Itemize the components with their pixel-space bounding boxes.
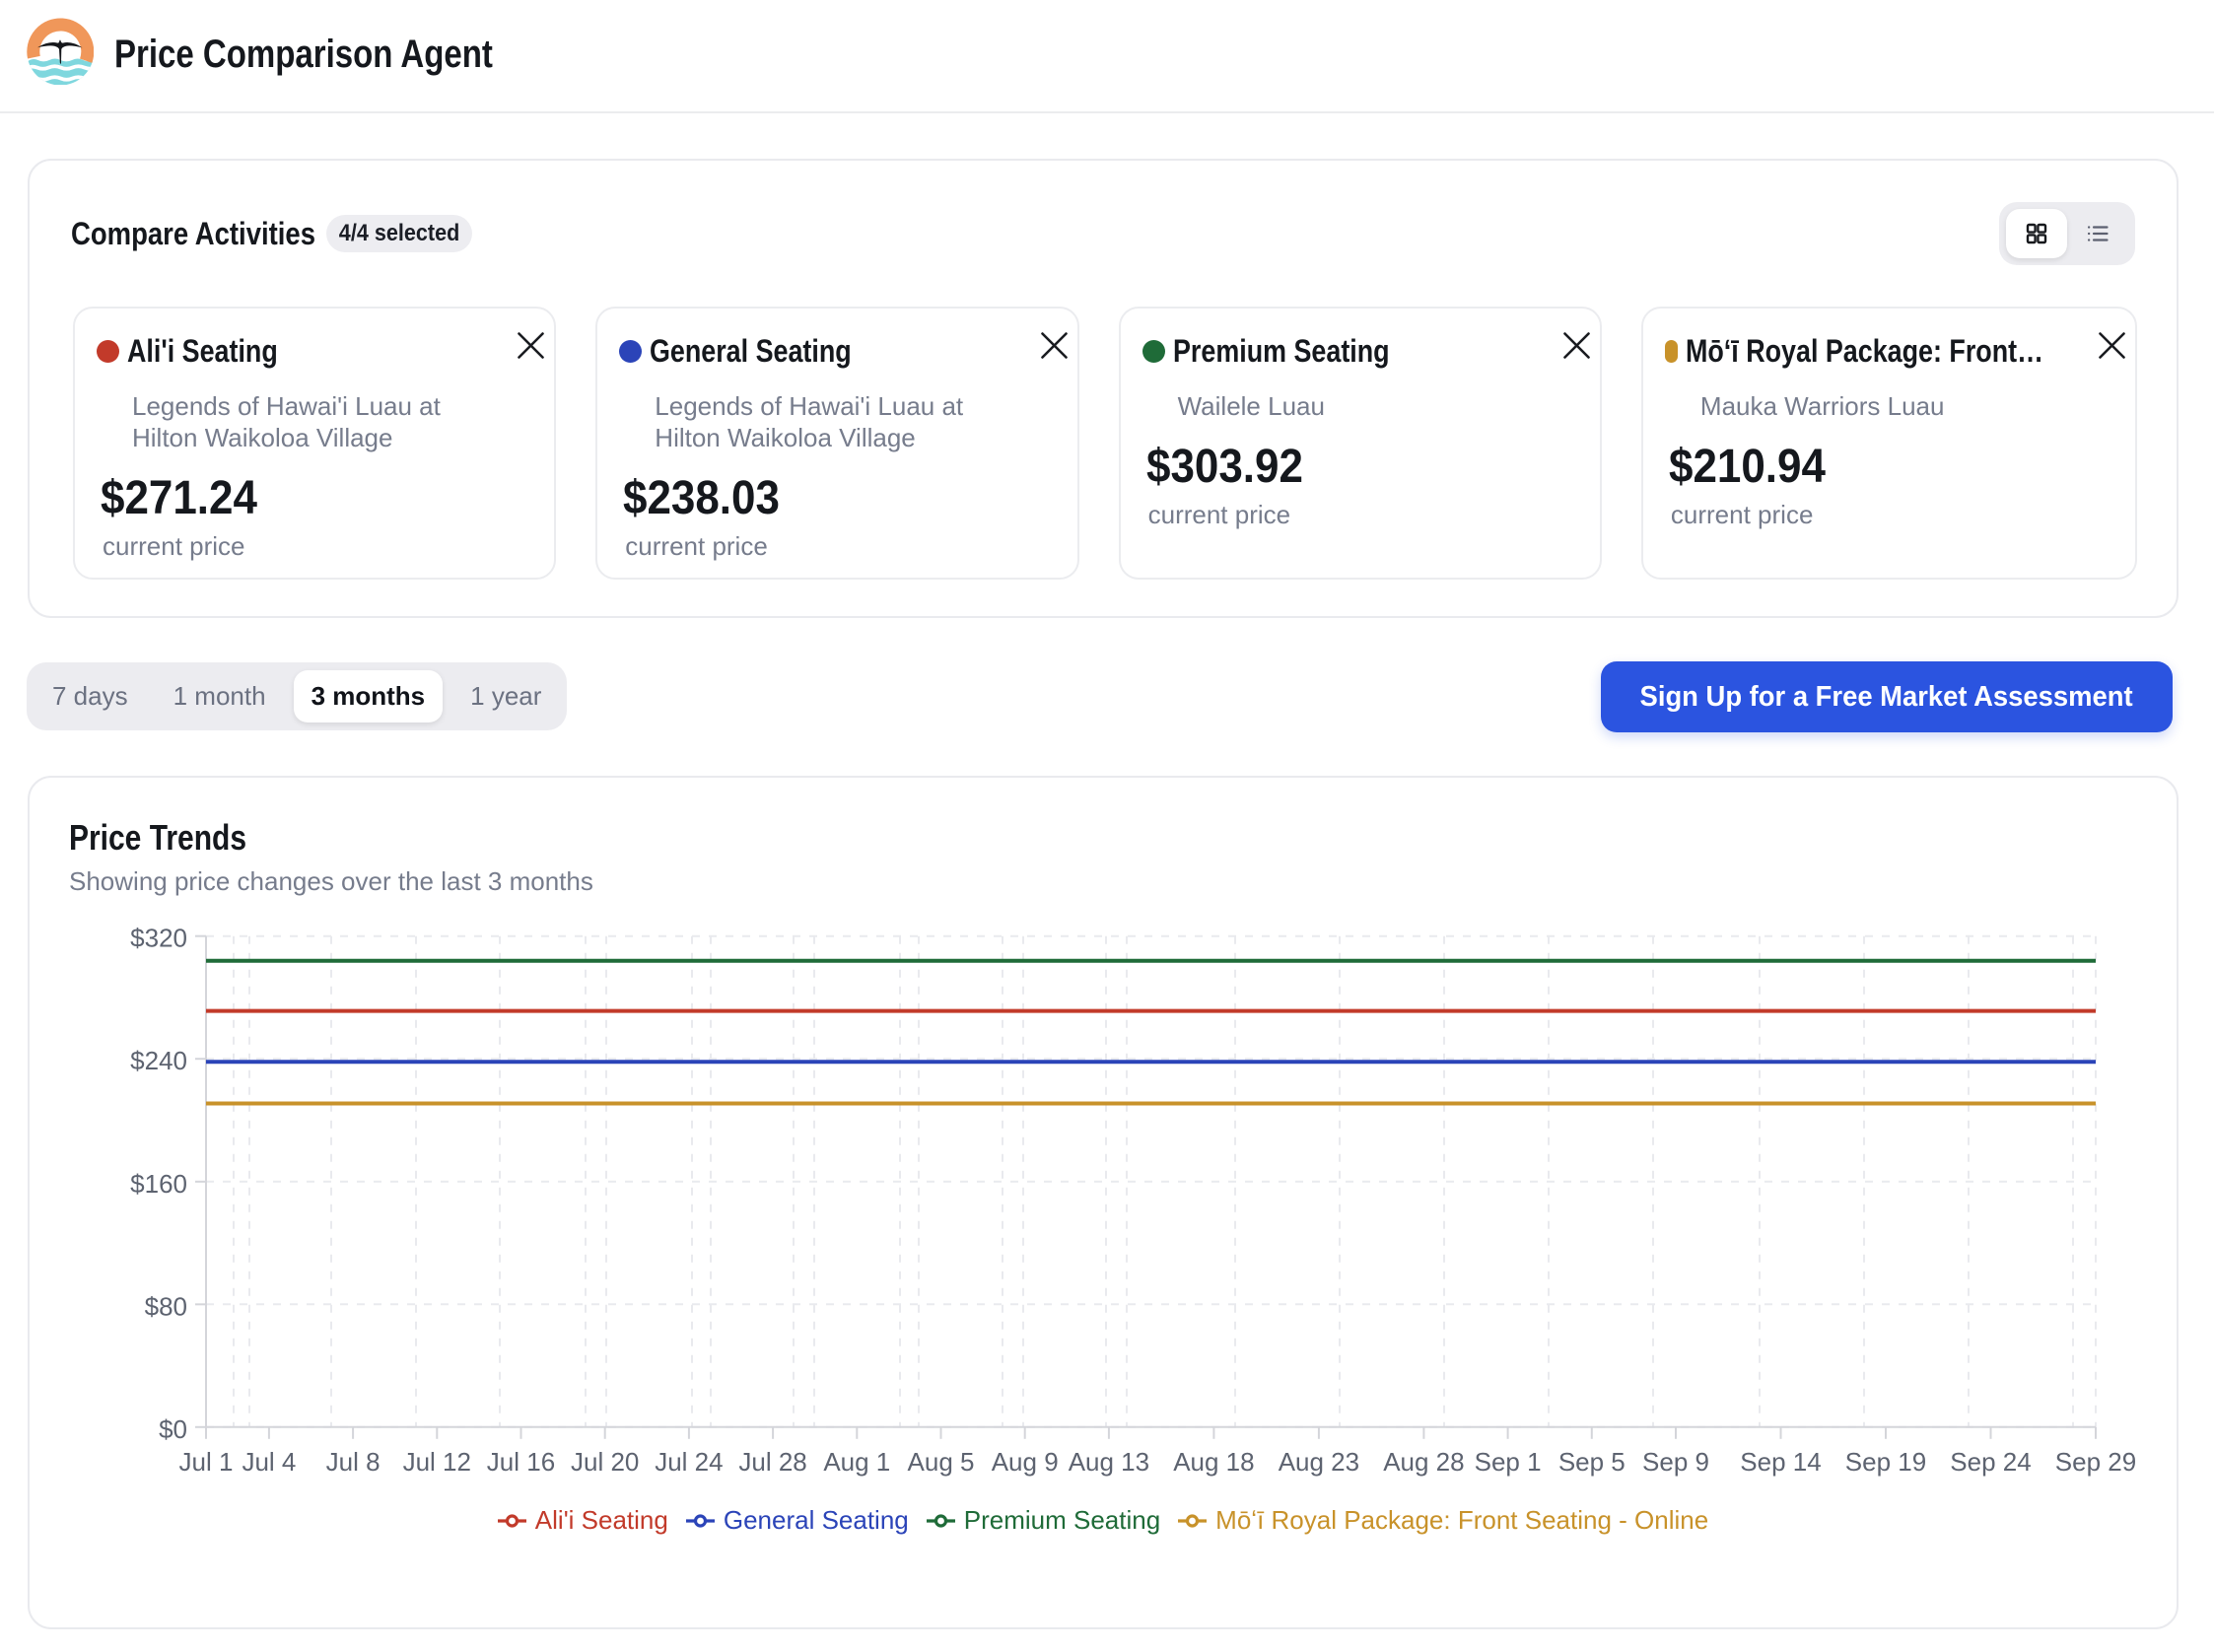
svg-text:Jul 16: Jul 16 — [487, 1447, 555, 1477]
svg-text:Aug 28: Aug 28 — [1383, 1447, 1464, 1477]
svg-text:Sep 19: Sep 19 — [1845, 1447, 1926, 1477]
svg-text:Jul 1: Jul 1 — [179, 1447, 234, 1477]
svg-text:Sep 5: Sep 5 — [1558, 1447, 1626, 1477]
svg-text:$80: $80 — [145, 1291, 187, 1321]
svg-text:Sep 29: Sep 29 — [2055, 1447, 2136, 1477]
svg-text:$320: $320 — [130, 924, 187, 953]
svg-text:Sep 1: Sep 1 — [1475, 1447, 1542, 1477]
svg-text:Jul 20: Jul 20 — [571, 1447, 639, 1477]
svg-text:Jul 24: Jul 24 — [655, 1447, 723, 1477]
svg-text:Jul 28: Jul 28 — [738, 1447, 806, 1477]
svg-text:Jul 12: Jul 12 — [403, 1447, 471, 1477]
svg-text:Aug 13: Aug 13 — [1069, 1447, 1149, 1477]
svg-text:Aug 23: Aug 23 — [1279, 1447, 1359, 1477]
svg-text:$160: $160 — [130, 1169, 187, 1199]
svg-text:Aug 5: Aug 5 — [908, 1447, 975, 1477]
svg-text:Jul 8: Jul 8 — [326, 1447, 381, 1477]
svg-text:Jul 4: Jul 4 — [242, 1447, 296, 1477]
svg-text:Sep 24: Sep 24 — [1950, 1447, 2031, 1477]
svg-text:Aug 18: Aug 18 — [1173, 1447, 1254, 1477]
svg-text:Sep 14: Sep 14 — [1740, 1447, 1821, 1477]
svg-text:Aug 9: Aug 9 — [992, 1447, 1059, 1477]
svg-text:Aug 1: Aug 1 — [823, 1447, 890, 1477]
svg-text:$0: $0 — [159, 1414, 187, 1444]
svg-text:$240: $240 — [130, 1046, 187, 1075]
svg-text:Sep 9: Sep 9 — [1642, 1447, 1709, 1477]
